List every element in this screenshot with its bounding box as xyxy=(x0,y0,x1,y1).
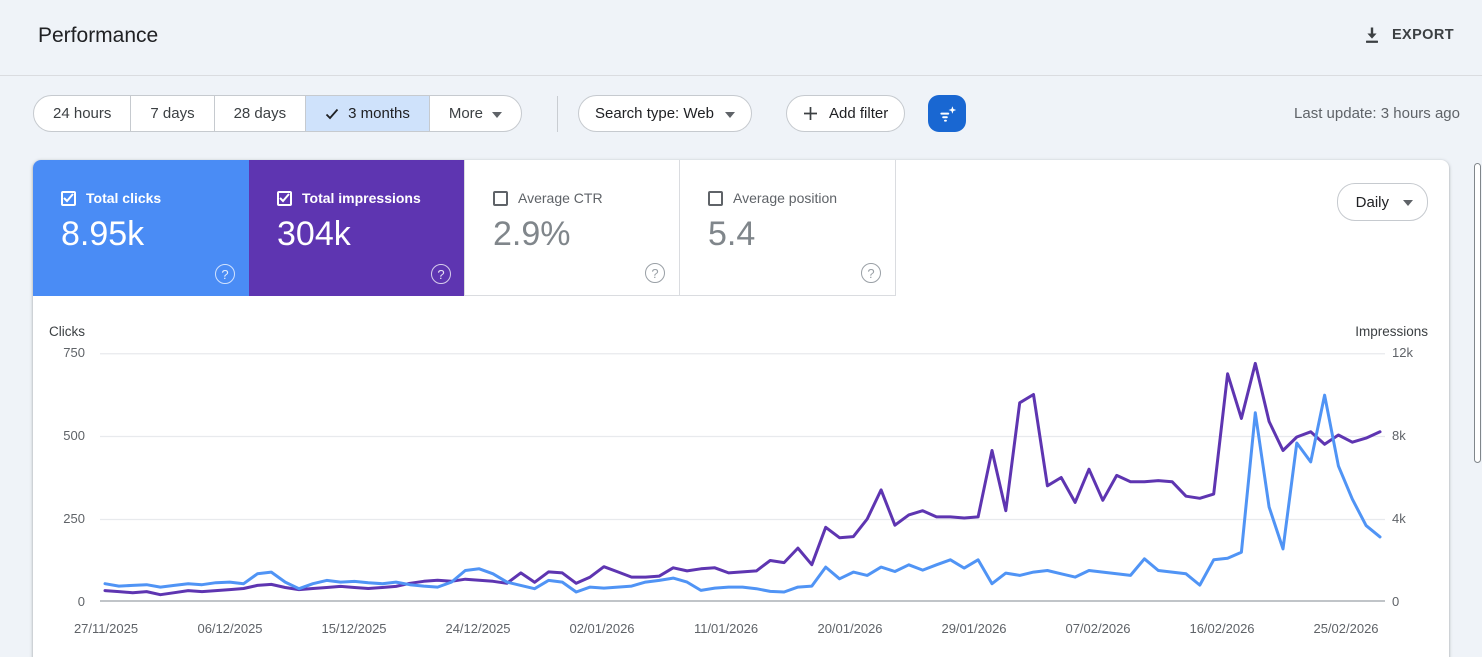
metric-label: Total impressions xyxy=(302,190,421,206)
export-label: EXPORT xyxy=(1391,27,1454,43)
add-filter-label: Add filter xyxy=(829,105,889,122)
performance-chart xyxy=(100,353,1385,602)
left-axis-tick: 750 xyxy=(63,345,85,360)
x-axis-date-label: 24/12/2025 xyxy=(445,621,511,636)
metric-value: 2.9% xyxy=(493,215,571,253)
granularity-dropdown[interactable]: Daily xyxy=(1336,183,1428,221)
x-axis-date-label: 11/01/2026 xyxy=(693,621,759,636)
date-range-tab-label: 24 hours xyxy=(53,105,112,122)
left-axis-tick: 250 xyxy=(63,511,85,526)
x-axis-date-label: 27/11/2025 xyxy=(73,621,139,636)
right-axis-tick: 8k xyxy=(1392,428,1406,443)
metric-head: Average position xyxy=(708,190,837,206)
metric-card-total-clicks[interactable]: Total clicks 8.95k? xyxy=(33,160,249,296)
metric-card-average-position[interactable]: Average position 5.4? xyxy=(680,160,896,296)
metric-checkbox[interactable] xyxy=(61,190,76,206)
date-range-tab-3-months[interactable]: 3 months xyxy=(305,96,429,131)
help-icon[interactable]: ? xyxy=(431,264,451,284)
x-axis-date-label: 15/12/2025 xyxy=(321,621,387,636)
right-axis-tick: 0 xyxy=(1392,594,1400,609)
download-icon xyxy=(1362,25,1382,45)
search-type-label: Search type: Web xyxy=(595,105,714,122)
metric-value: 8.95k xyxy=(61,215,145,253)
metric-value: 5.4 xyxy=(708,215,756,253)
date-range-tab-24-hours[interactable]: 24 hours xyxy=(34,96,130,131)
metric-card-average-ctr[interactable]: Average CTR 2.9%? xyxy=(464,160,680,296)
last-update-text: Last update: 3 hours ago xyxy=(1294,105,1460,122)
x-axis-date-label: 02/01/2026 xyxy=(569,621,635,636)
performance-page: Performance EXPORT 24 hours 7 days 28 days… xyxy=(0,0,1482,657)
export-button[interactable]: EXPORT xyxy=(1356,24,1460,46)
check-icon xyxy=(325,108,339,120)
left-axis-title: Clicks xyxy=(49,324,85,339)
series-line-impressions xyxy=(103,361,1382,597)
x-axis-date-label: 25/02/2026 xyxy=(1313,621,1379,636)
x-axis-date-label: 16/02/2026 xyxy=(1189,621,1255,636)
metric-label: Total clicks xyxy=(86,190,162,206)
date-range-tab-label: More xyxy=(448,105,484,122)
left-axis-tick: 500 xyxy=(63,428,85,443)
date-range-tab-more[interactable]: More xyxy=(428,96,521,131)
chevron-down-icon xyxy=(492,111,503,118)
filter-bar: 24 hours 7 days 28 days 3 months More Search… xyxy=(0,95,1482,133)
date-range-tab-7-days[interactable]: 7 days xyxy=(130,96,213,131)
performance-chart-card: Total clicks 8.95k? Total impressions 304k?… xyxy=(33,160,1449,657)
right-axis-title: Impressions xyxy=(1355,324,1428,339)
metric-head: Total clicks xyxy=(61,190,161,206)
metric-head: Average CTR xyxy=(493,190,603,206)
metric-label: Average CTR xyxy=(518,190,603,206)
date-range-tab-label: 7 days xyxy=(150,105,195,122)
x-axis-date-label: 07/02/2026 xyxy=(1065,621,1131,636)
right-axis-tick: 12k xyxy=(1392,345,1413,360)
scrollbar[interactable] xyxy=(1474,163,1481,463)
metrics-row: Total clicks 8.95k? Total impressions 304k?… xyxy=(33,160,896,296)
filter-bar-separator xyxy=(557,96,558,132)
ai-filter-button[interactable] xyxy=(928,95,966,132)
metric-checkbox[interactable] xyxy=(493,190,508,206)
date-range-tabs: 24 hours 7 days 28 days 3 months More xyxy=(33,95,523,132)
granularity-label: Daily xyxy=(1355,193,1389,211)
plus-icon xyxy=(803,106,818,121)
help-icon[interactable]: ? xyxy=(645,263,665,283)
date-range-tab-28-days[interactable]: 28 days xyxy=(213,96,306,131)
series-line-clicks xyxy=(103,393,1382,594)
page-title: Performance xyxy=(38,24,159,47)
x-axis-date-label: 29/01/2026 xyxy=(941,621,1007,636)
add-filter-button[interactable]: Add filter xyxy=(786,95,906,132)
search-type-dropdown[interactable]: Search type: Web xyxy=(578,95,752,132)
x-axis-date-label: 20/01/2026 xyxy=(817,621,883,636)
date-range-tab-label: 28 days xyxy=(233,105,287,122)
x-axis-date-label: 06/12/2025 xyxy=(197,621,263,636)
chevron-down-icon xyxy=(1403,200,1413,206)
header-divider xyxy=(0,75,1482,76)
metric-head: Total impressions xyxy=(277,190,421,206)
right-axis-tick: 4k xyxy=(1392,511,1406,526)
left-axis-tick: 0 xyxy=(77,594,85,609)
metric-label: Average position xyxy=(733,190,838,206)
filter-sparkle-icon xyxy=(936,103,958,125)
date-range-tab-label: 3 months xyxy=(348,105,410,122)
metric-checkbox[interactable] xyxy=(708,190,723,206)
help-icon[interactable]: ? xyxy=(861,263,881,283)
chevron-down-icon xyxy=(724,111,735,118)
metric-checkbox[interactable] xyxy=(277,190,292,206)
metric-card-total-impressions[interactable]: Total impressions 304k? xyxy=(249,160,465,296)
help-icon[interactable]: ? xyxy=(215,264,235,284)
metric-value: 304k xyxy=(277,215,351,253)
